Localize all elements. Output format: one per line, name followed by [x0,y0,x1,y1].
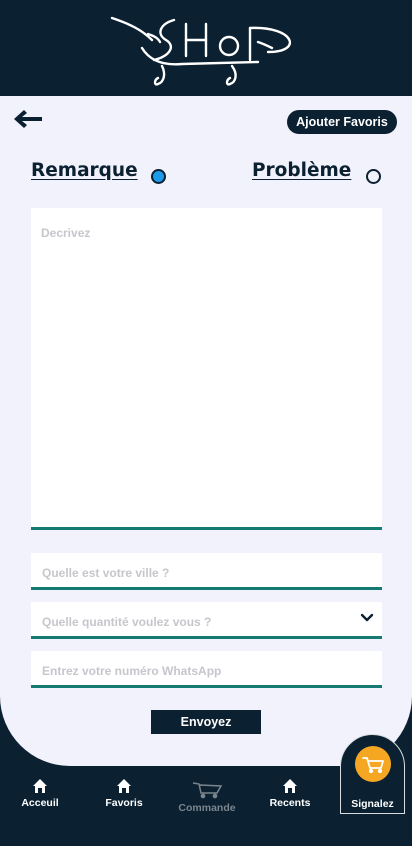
nav-label-signalez: Signalez [351,798,394,810]
whatsapp-input[interactable]: Entrez votre numéro WhatsApp [31,651,382,688]
quantity-select[interactable]: Quelle quantité voulez vous ? [31,602,382,639]
home-icon [283,779,297,793]
city-placeholder: Quelle est votre ville ? [42,566,170,580]
home-icon [117,779,131,793]
add-favorite-button[interactable]: Ajouter Favoris [287,110,397,134]
home-icon [33,779,47,793]
city-input[interactable]: Quelle est votre ville ? [31,553,382,590]
nav-label-acceuil: Acceuil [21,797,59,809]
chevron-down-icon[interactable] [360,613,374,623]
radio-probleme[interactable] [366,169,381,184]
nav-label-commande: Commande [178,802,236,814]
nav-item-acceuil[interactable]: Acceuil [8,778,72,809]
nav-item-signalez[interactable]: Signalez [340,734,405,814]
description-placeholder: Decrivez [41,226,91,240]
quantity-placeholder: Quelle quantité voulez vous ? [42,615,212,629]
submit-button[interactable]: Envoyez [151,710,261,734]
cart-icon [192,782,223,799]
arrow-left-icon[interactable] [12,108,44,130]
app-header [0,0,412,96]
radio-remarque[interactable] [151,169,166,184]
choice-label-remarque[interactable]: Remarque [31,160,138,181]
nav-label-favoris: Favoris [105,797,143,809]
choice-probleme[interactable]: Problème [252,160,351,181]
signal-badge [355,746,391,782]
nav-item-recents[interactable]: Recents [258,778,322,809]
nav-item-favoris[interactable]: Favoris [92,778,156,809]
cart-icon [362,757,384,773]
choice-remarque[interactable]: Remarque [31,160,138,181]
description-textarea[interactable]: Decrivez [31,208,382,530]
nav-item-commande[interactable]: Commande [175,781,239,814]
nav-label-recents: Recents [269,797,311,809]
report-panel: Ajouter Favoris Remarque Problème Decriv… [0,96,412,766]
shop-logo [110,16,291,86]
whatsapp-placeholder: Entrez votre numéro WhatsApp [42,664,222,678]
choice-label-probleme[interactable]: Problème [252,160,351,181]
